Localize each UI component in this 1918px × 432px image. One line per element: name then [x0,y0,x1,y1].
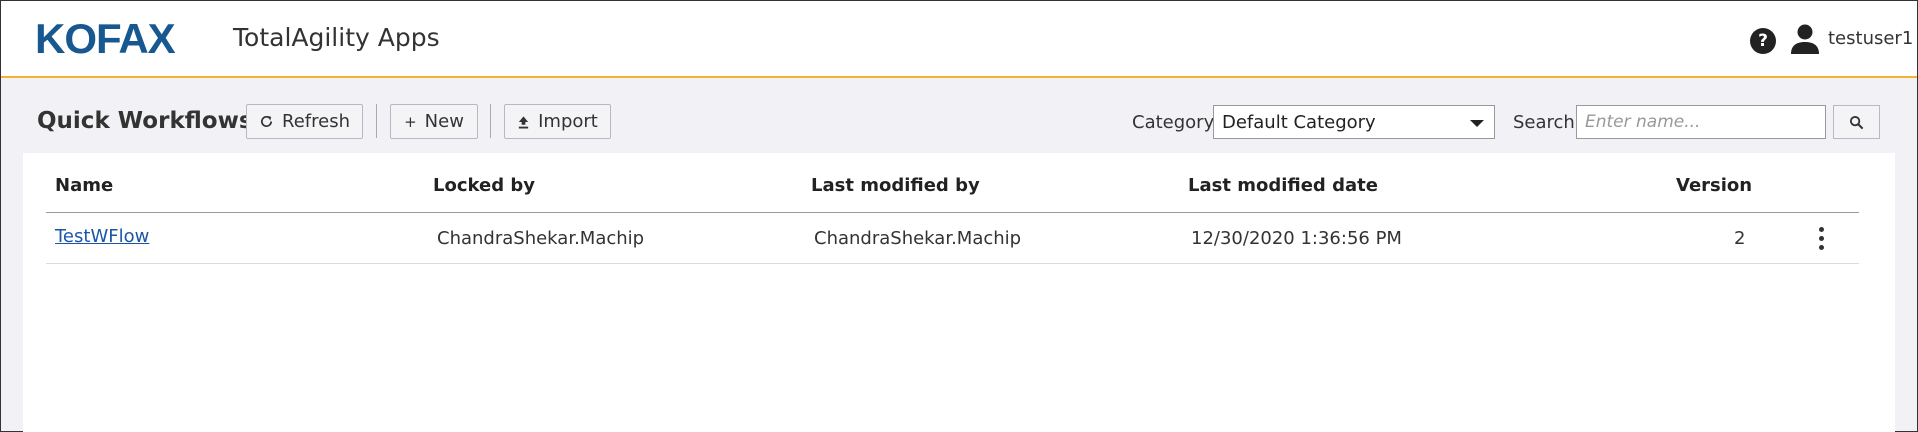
new-button[interactable]: + New [390,104,478,139]
workflow-name-link[interactable]: TestWFlow [55,226,149,247]
import-label: Import [538,111,598,132]
version-cell: 2 [1734,228,1746,249]
upload-icon [518,115,529,128]
column-header-last-modified-by[interactable]: Last modified by [811,175,980,196]
category-select[interactable]: Default Category [1213,105,1495,139]
app-header: KOFAX TotalAgility Apps ? testuser1 [1,1,1917,78]
search-label: Search [1513,112,1575,133]
column-header-locked-by[interactable]: Locked by [433,175,535,196]
table-header-divider [46,212,1859,213]
plus-icon: + [404,112,417,131]
toolbar-divider [376,104,377,138]
app-title: TotalAgility Apps [233,23,440,52]
kebab-menu-icon[interactable] [1813,227,1829,253]
user-icon[interactable] [1789,23,1821,55]
locked-by-cell: ChandraShekar.Machip [437,228,645,249]
column-header-version[interactable]: Version [1676,175,1752,196]
search-button[interactable] [1833,105,1880,139]
search-icon [1849,115,1864,129]
category-selected-value: Default Category [1222,112,1376,133]
new-label: New [424,111,464,132]
column-header-last-modified-date[interactable]: Last modified date [1188,175,1378,196]
refresh-icon [260,115,273,128]
category-label: Category [1132,112,1215,133]
column-header-name[interactable]: Name [55,175,113,196]
table-row-divider [46,263,1859,264]
toolbar-divider [490,104,491,138]
help-icon[interactable]: ? [1750,28,1776,54]
username[interactable]: testuser1 [1828,28,1913,49]
import-button[interactable]: Import [504,104,611,139]
search-input[interactable] [1576,105,1826,139]
kofax-logo: KOFAX [35,15,176,62]
refresh-button[interactable]: Refresh [246,104,363,139]
chevron-down-icon [1470,120,1484,127]
page-title: Quick Workflows [37,108,253,134]
last-modified-date-cell: 12/30/2020 1:36:56 PM [1191,228,1402,249]
last-modified-by-cell: ChandraShekar.Machip [814,228,1022,249]
refresh-label: Refresh [282,111,350,132]
